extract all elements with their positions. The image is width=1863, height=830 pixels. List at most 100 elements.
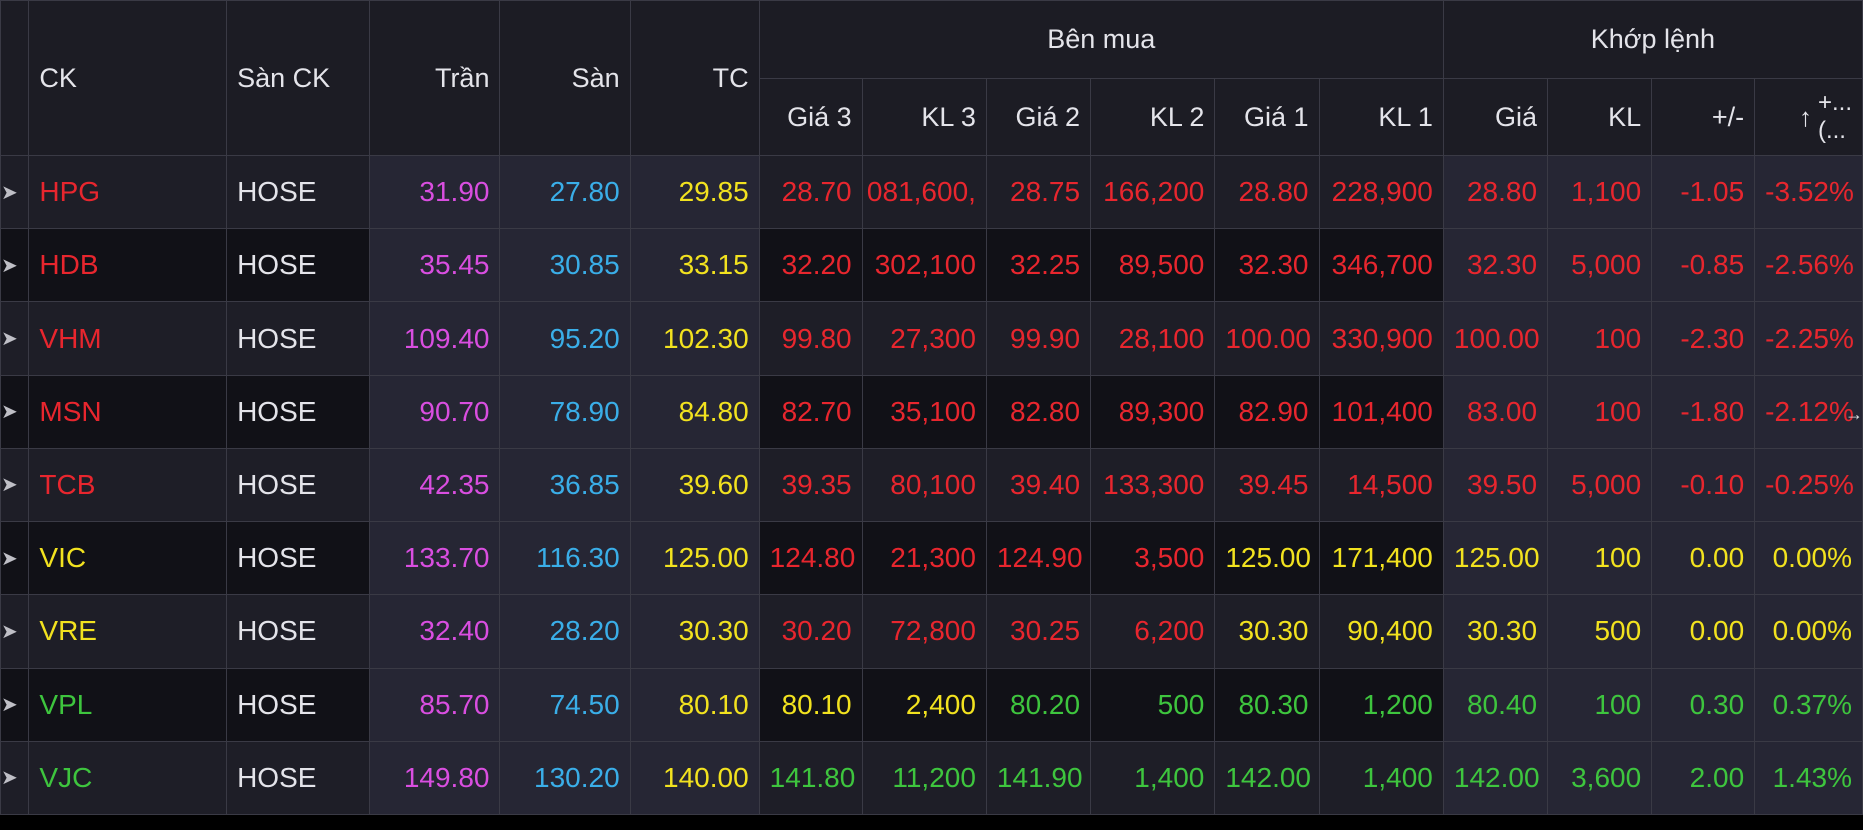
cell-percent-change: 1.43%	[1754, 740, 1863, 816]
row-pin-arrow-icon[interactable]: ➤	[0, 447, 30, 523]
cell-ck[interactable]: MSN	[28, 374, 228, 449]
cell-change: -1.05	[1651, 154, 1756, 230]
sort-up-arrow-icon[interactable]: ↑	[1799, 103, 1812, 131]
cell-gia2: 30.25	[985, 594, 1092, 669]
cell-gia3: 99.80	[758, 301, 863, 376]
cell-ck[interactable]: VIC	[28, 521, 228, 596]
table-row[interactable]: ➤ VIC HOSE 133.70 116.30 125.00 124.80 21,300 12…	[0, 521, 1863, 596]
cell-ck[interactable]: VHM	[28, 301, 228, 376]
row-pin-arrow-icon[interactable]: ➤	[0, 521, 30, 596]
percent-change-label-line1: +...	[1817, 89, 1852, 116]
cell-tc: 80.10	[629, 667, 760, 742]
arrow-col-header	[0, 0, 30, 156]
cell-change: 0.30	[1651, 667, 1756, 742]
row-pin-arrow-icon[interactable]: ➤	[0, 374, 30, 449]
cell-gia1: 82.90	[1214, 374, 1320, 449]
cell-gia: 142.00	[1442, 740, 1549, 816]
cell-ck[interactable]: VJC	[28, 740, 228, 816]
cell-gia1: 39.45	[1214, 447, 1320, 523]
row-pin-arrow-icon[interactable]: ➤	[0, 154, 30, 230]
row-pin-arrow-icon[interactable]: ➤	[0, 594, 30, 669]
row-pin-arrow-icon[interactable]: ➤	[0, 228, 30, 303]
cell-kl2: 28,100	[1090, 301, 1216, 376]
col-header-gia2[interactable]: Giá 2	[985, 78, 1092, 156]
cell-gia1: 142.00	[1214, 740, 1320, 816]
col-header-change[interactable]: +/-	[1651, 78, 1756, 156]
col-header-san[interactable]: Sàn	[499, 0, 631, 156]
col-header-san-ck[interactable]: Sàn CK	[226, 0, 371, 156]
table-row[interactable]: ➤ VHM HOSE 109.40 95.20 102.30 99.80 27,300 99.9…	[0, 301, 1863, 376]
col-header-kl2[interactable]: KL 2	[1090, 78, 1216, 156]
col-header-percent-change[interactable]: ↑ +... (...	[1754, 78, 1863, 156]
cell-ck[interactable]: VPL	[28, 667, 228, 742]
table-row[interactable]: ➤ HDB HOSE 35.45 30.85 33.15 32.20 302,100 32.25…	[0, 228, 1863, 303]
cell-kl1: 101,400	[1318, 374, 1444, 449]
cell-ck[interactable]: VRE	[28, 594, 228, 669]
cell-gia3: 82.70	[758, 374, 863, 449]
cell-ck[interactable]: HDB	[28, 228, 228, 303]
cell-kl1: 330,900	[1318, 301, 1444, 376]
col-header-ck[interactable]: CK	[28, 0, 228, 156]
col-header-tran[interactable]: Trần	[369, 0, 501, 156]
cell-kl1: 228,900	[1318, 154, 1444, 230]
cell-exchange: HOSE	[226, 594, 371, 669]
cell-gia: 80.40	[1442, 667, 1549, 742]
cell-gia3: 28.70	[758, 154, 863, 230]
cell-gia1: 32.30	[1214, 228, 1320, 303]
col-header-kl[interactable]: KL	[1547, 78, 1653, 156]
cell-gia: 28.80	[1442, 154, 1549, 230]
cell-kl: 100	[1547, 667, 1653, 742]
cell-gia3: 80.10	[758, 667, 863, 742]
table-row[interactable]: ➤ TCB HOSE 42.35 36.85 39.60 39.35 80,100 39.40 1…	[0, 447, 1863, 523]
col-header-kl3[interactable]: KL 3	[861, 78, 987, 156]
cell-ck[interactable]: HPG	[28, 154, 228, 230]
cell-kl2: 3,500	[1090, 521, 1216, 596]
cell-kl1: 14,500	[1318, 447, 1444, 523]
cell-san: 95.20	[499, 301, 631, 376]
cell-gia2: 141.90	[985, 740, 1092, 816]
cell-percent-change: 0.37%	[1754, 667, 1863, 742]
table-row[interactable]: ➤ VJC HOSE 149.80 130.20 140.00 141.80 11,200 14…	[0, 740, 1863, 816]
cell-gia3: 124.80	[758, 521, 863, 596]
table-row[interactable]: ➤ HPG HOSE 31.90 27.80 29.85 28.70,081,600 28.7…	[0, 154, 1863, 230]
cell-tc: 29.85	[629, 154, 760, 230]
table-row[interactable]: ➤ MSN HOSE 90.70 78.90 84.80 82.70 35,100 82.80 8…	[0, 374, 1863, 449]
cell-exchange: HOSE	[226, 740, 371, 816]
cell-kl: 3,600	[1547, 740, 1653, 816]
row-pin-arrow-icon[interactable]: ➤	[0, 301, 30, 376]
table-row[interactable]: ➤ VRE HOSE 32.40 28.20 30.30 30.20 72,800 30.25 6…	[0, 594, 1863, 669]
cell-kl2: 89,500	[1090, 228, 1216, 303]
scroll-right-arrow-icon[interactable]: →	[1845, 404, 1863, 425]
cell-percent-change: 0.00%	[1754, 594, 1863, 669]
cell-kl2: 166,200	[1090, 154, 1216, 230]
cell-change: -0.10	[1651, 447, 1756, 523]
cell-tc: 33.15	[629, 228, 760, 303]
cell-kl3: 21,300	[861, 521, 987, 596]
cell-kl: 500	[1547, 594, 1653, 669]
cell-gia3: 30.20	[758, 594, 863, 669]
cell-kl1: 1,400	[1318, 740, 1444, 816]
cell-exchange: HOSE	[226, 154, 371, 230]
cell-tc: 39.60	[629, 447, 760, 523]
table-row[interactable]: ➤ VPL HOSE 85.70 74.50 80.10 80.10 2,400 80.20 50…	[0, 667, 1863, 742]
cell-kl2: 133,300	[1090, 447, 1216, 523]
cell-kl3: 11,200	[861, 740, 987, 816]
price-board-table: CK Sàn CK Trần Sàn TC Bên mua Khớp lệnh …	[0, 0, 1863, 816]
row-pin-arrow-icon[interactable]: ➤	[0, 740, 30, 816]
col-header-gia[interactable]: Giá	[1442, 78, 1549, 156]
cell-exchange: HOSE	[226, 521, 371, 596]
cell-kl: 100	[1547, 301, 1653, 376]
cell-ck[interactable]: TCB	[28, 447, 228, 523]
col-header-kl1[interactable]: KL 1	[1318, 78, 1444, 156]
cell-kl2: 89,300	[1090, 374, 1216, 449]
row-pin-arrow-icon[interactable]: ➤	[0, 667, 30, 742]
col-header-tc[interactable]: TC	[629, 0, 760, 156]
cell-tran: 32.40	[369, 594, 501, 669]
cell-tran: 85.70	[369, 667, 501, 742]
col-header-gia3[interactable]: Giá 3	[758, 78, 863, 156]
cell-gia3: 141.80	[758, 740, 863, 816]
cell-change: -2.30	[1651, 301, 1756, 376]
col-header-gia1[interactable]: Giá 1	[1214, 78, 1320, 156]
cell-kl3: 27,300	[861, 301, 987, 376]
cell-exchange: HOSE	[226, 447, 371, 523]
